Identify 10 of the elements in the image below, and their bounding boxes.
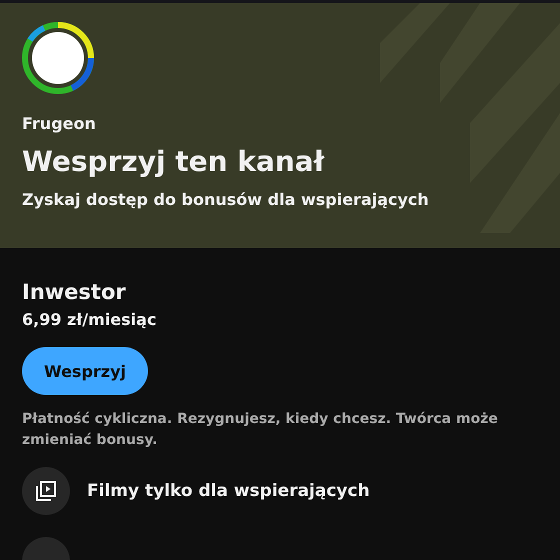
support-button[interactable]: Wesprzyj: [22, 347, 148, 395]
billing-note: Płatność cykliczna. Rezygnujesz, kiedy chcesz. Twórca może zmieniać bonusy.: [22, 410, 499, 450]
tier-name: Inwestor: [22, 280, 127, 304]
page-title: Wesprzyj ten kanał: [22, 145, 326, 178]
tier-price: 6,99 zł/miesiąc: [22, 310, 158, 329]
subtitle: Zyskaj dostęp do bonusów dla wspierających: [22, 190, 430, 209]
channel-name: Frugeon: [22, 114, 97, 133]
video-library-icon: [35, 480, 57, 502]
perk-label: Filmy tylko dla wspierających: [87, 481, 370, 501]
avatar: [22, 22, 94, 94]
